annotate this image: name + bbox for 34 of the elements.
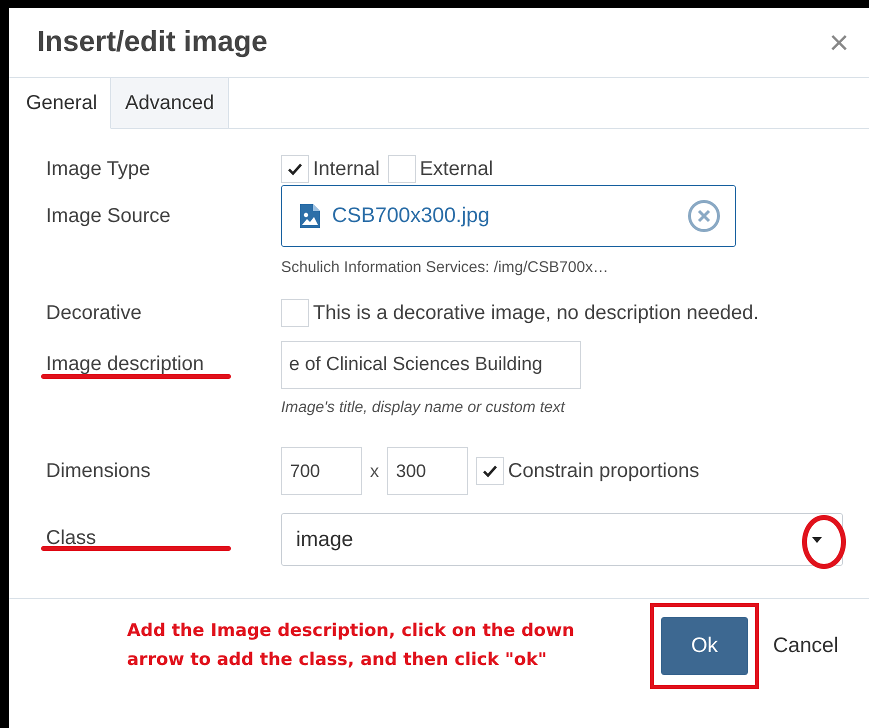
annotation-text: Add the Image description, click on the down arrow to add the class, and then click "ok" bbox=[127, 620, 576, 672]
field-label: Image Type bbox=[46, 158, 150, 180]
check-icon bbox=[287, 161, 303, 177]
tab[interactable]: Advanced bbox=[111, 78, 230, 129]
checkbox[interactable] bbox=[281, 299, 309, 327]
checkbox[interactable] bbox=[388, 155, 416, 183]
checkbox[interactable] bbox=[281, 155, 309, 183]
file-field[interactable]: CSB700x300.jpg bbox=[281, 185, 736, 247]
dialog-title: Insert/edit image bbox=[37, 26, 268, 59]
caret-icon bbox=[812, 536, 822, 542]
check-icon bbox=[482, 463, 498, 479]
field-label: Image Source bbox=[46, 205, 171, 228]
checkbox-label: Internal bbox=[313, 158, 380, 180]
clear-icon[interactable] bbox=[687, 199, 721, 233]
checkbox-label: This is a decorative image, no description needed. bbox=[313, 302, 759, 324]
dimension-separator: x bbox=[370, 460, 379, 482]
field-label: Image description bbox=[46, 353, 204, 376]
checkbox[interactable] bbox=[476, 457, 504, 485]
description-field[interactable]: e of Clinical Sciences Building bbox=[281, 341, 581, 389]
width-field[interactable]: 700 bbox=[281, 447, 362, 495]
field-hint: Image's title, display name or custom text bbox=[281, 399, 566, 417]
height-field[interactable]: 300 bbox=[387, 447, 468, 495]
tab[interactable]: General bbox=[9, 78, 112, 129]
field-label: Dimensions bbox=[46, 460, 150, 482]
class-dropdown[interactable]: image bbox=[281, 513, 843, 566]
image-file-icon bbox=[300, 204, 320, 228]
field-label: Class bbox=[46, 527, 96, 550]
cancel-button[interactable]: Cancel bbox=[773, 634, 838, 658]
ok-button[interactable]: Ok bbox=[661, 617, 748, 675]
checkbox-label: External bbox=[420, 158, 494, 180]
source-path: Schulich Information Services: /img/CSB700x… bbox=[281, 259, 610, 277]
close-button[interactable]: × bbox=[829, 26, 849, 60]
field-label: Decorative bbox=[46, 302, 142, 324]
checkbox-label: Constrain proportions bbox=[508, 460, 700, 482]
